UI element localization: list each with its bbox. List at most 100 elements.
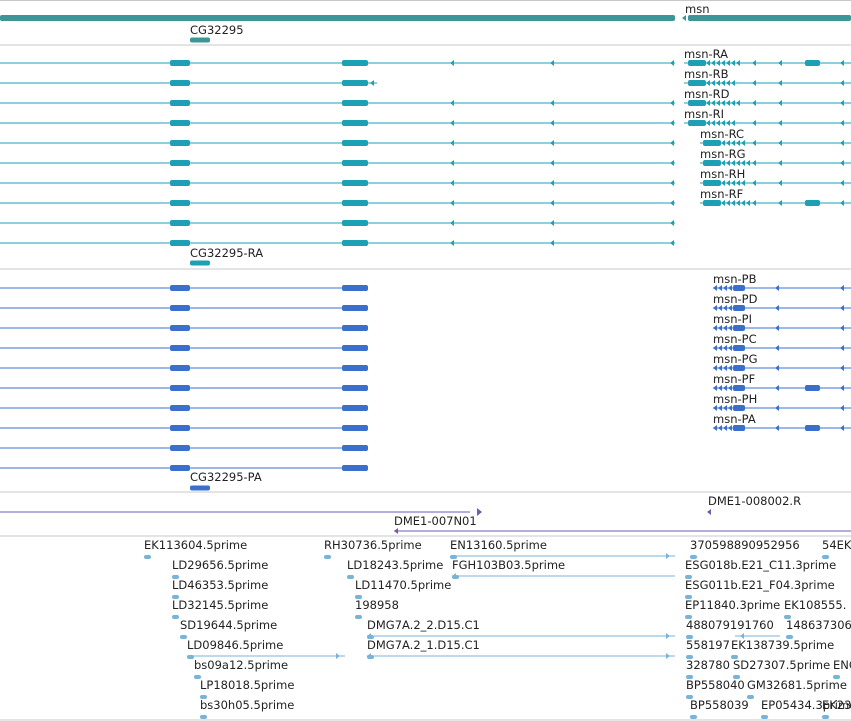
est-block[interactable] xyxy=(144,555,151,559)
exon-block[interactable] xyxy=(342,285,368,291)
est-label: LD46353.5prime xyxy=(172,578,268,592)
transcript-label: msn-RB xyxy=(684,67,729,81)
exon-block[interactable] xyxy=(170,385,190,391)
exon-block[interactable] xyxy=(170,405,190,411)
exon-block[interactable] xyxy=(342,325,368,331)
exon-block[interactable] xyxy=(342,365,368,371)
exon-block[interactable] xyxy=(342,405,368,411)
exon-block[interactable] xyxy=(342,305,368,311)
est-block[interactable] xyxy=(355,615,362,619)
exon-block[interactable] xyxy=(170,120,190,126)
strand-arrow-left xyxy=(746,160,750,166)
strand-arrow-left xyxy=(450,100,454,106)
est-block[interactable] xyxy=(690,715,697,719)
exon-block[interactable] xyxy=(170,445,190,451)
strand-arrow-left xyxy=(670,140,674,146)
est-label: ENG xyxy=(833,658,851,672)
strand-arrow-left xyxy=(775,285,779,291)
est-block[interactable] xyxy=(347,575,354,579)
exon-block[interactable] xyxy=(170,345,190,351)
exon-block[interactable] xyxy=(342,465,368,471)
protein-cg32295-pa-bar[interactable] xyxy=(190,485,210,491)
est-block[interactable] xyxy=(180,635,187,639)
protein-label: msn-PC xyxy=(713,332,757,346)
strand-arrow-left xyxy=(778,160,782,166)
est-label: 198958 xyxy=(355,598,399,612)
strand-arrow-left xyxy=(840,325,844,331)
est-block[interactable] xyxy=(324,555,331,559)
exon-block[interactable] xyxy=(342,220,368,226)
exon-block[interactable] xyxy=(342,60,368,66)
exon-block[interactable] xyxy=(805,425,820,431)
est-label: GM32681.5prime xyxy=(747,678,847,692)
strand-arrow-left xyxy=(670,160,674,166)
strand-arrow-left xyxy=(752,100,756,106)
strand-arrow-left xyxy=(840,100,844,106)
exon-block[interactable] xyxy=(170,305,190,311)
exon-block[interactable] xyxy=(170,140,190,146)
exon-block[interactable] xyxy=(170,60,190,66)
strand-arrow-left xyxy=(394,528,398,534)
strand-arrow-left xyxy=(840,285,844,291)
strand-arrow-left xyxy=(450,120,454,126)
est-label: FGH103B03.5prime xyxy=(452,558,565,572)
est-block[interactable] xyxy=(761,715,768,719)
est-block[interactable] xyxy=(172,615,179,619)
exon-block[interactable] xyxy=(170,100,190,106)
genome-browser-view: msn CG32295 msn-RA msn-RB msn-RD msn-RI msn-RC… xyxy=(0,0,851,721)
est-block[interactable] xyxy=(822,715,829,719)
strand-arrow-left xyxy=(670,180,674,186)
strand-arrow-left xyxy=(550,180,554,186)
strand-arrow-left xyxy=(840,200,844,206)
strand-arrow-left xyxy=(778,60,782,66)
exon-block[interactable] xyxy=(342,240,368,246)
exon-block[interactable] xyxy=(342,100,368,106)
exon-block[interactable] xyxy=(170,200,190,206)
exon-block[interactable] xyxy=(170,325,190,331)
est-label: ESG011b.E21_F04.3prime xyxy=(685,578,835,592)
exon-block[interactable] xyxy=(342,120,368,126)
exon-block[interactable] xyxy=(170,240,190,246)
gene-cg32295-label: CG32295 xyxy=(190,23,244,37)
exon-block[interactable] xyxy=(170,285,190,291)
est-label: ESG018b.E21_C11.3prime xyxy=(685,558,836,572)
exon-block[interactable] xyxy=(170,220,190,226)
transcript-label: msn-RD xyxy=(684,87,730,101)
transcript-label: msn-RG xyxy=(700,147,746,161)
strand-arrow-right xyxy=(477,508,482,516)
strand-arrow-left xyxy=(731,120,735,126)
exon-block[interactable] xyxy=(170,80,190,86)
exon-block[interactable] xyxy=(342,385,368,391)
exon-block[interactable] xyxy=(170,425,190,431)
exon-block[interactable] xyxy=(342,180,368,186)
exon-block[interactable] xyxy=(170,180,190,186)
gene-msn-bar-right[interactable] xyxy=(688,15,851,21)
exon-block[interactable] xyxy=(342,200,368,206)
transposon-label: DME1-007N01 xyxy=(394,514,477,528)
exon-block[interactable] xyxy=(805,200,820,206)
strand-arrow-left xyxy=(840,385,844,391)
gene-msn-bar-left[interactable] xyxy=(0,15,675,21)
exon-block[interactable] xyxy=(342,140,368,146)
strand-arrow-left xyxy=(670,220,674,226)
exon-block[interactable] xyxy=(342,160,368,166)
strand-arrow-left xyxy=(752,200,756,206)
exon-block[interactable] xyxy=(342,425,368,431)
gene-cg32295-bar[interactable] xyxy=(190,37,210,43)
exon-block[interactable] xyxy=(342,345,368,351)
exon-block[interactable] xyxy=(170,160,190,166)
exon-block[interactable] xyxy=(805,60,820,66)
strand-arrow-left xyxy=(778,100,782,106)
exon-block[interactable] xyxy=(342,445,368,451)
strand-arrow-left xyxy=(775,405,779,411)
protein-label: msn-PG xyxy=(713,352,757,366)
exon-block[interactable] xyxy=(342,80,368,86)
transcript-cg32295-ra-bar[interactable] xyxy=(190,260,210,266)
est-block[interactable] xyxy=(200,715,207,719)
exon-block[interactable] xyxy=(805,385,820,391)
est-label: EN13160.5prime xyxy=(450,538,547,552)
exon-block[interactable] xyxy=(170,365,190,371)
est-label: SD19644.5prime xyxy=(180,618,277,632)
exon-block[interactable] xyxy=(170,465,190,471)
strand-arrow-left xyxy=(840,180,844,186)
